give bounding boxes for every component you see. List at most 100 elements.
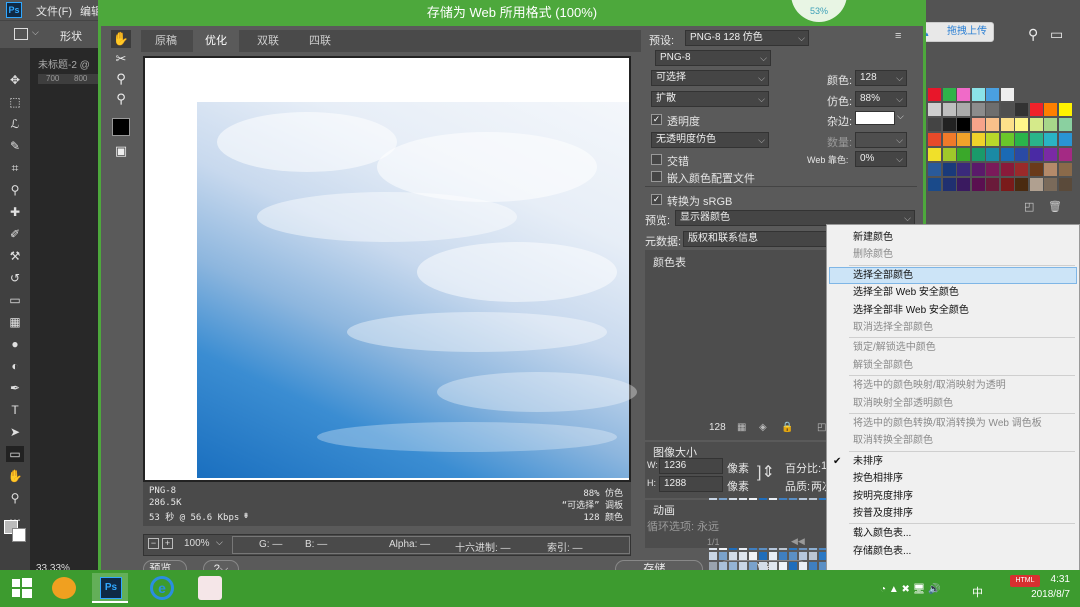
color-swatch[interactable] — [1029, 148, 1043, 161]
color-table-swatch[interactable] — [799, 562, 807, 570]
color-swatch[interactable] — [1015, 103, 1028, 116]
color-table-swatch[interactable] — [719, 562, 727, 570]
color-table-swatch[interactable] — [769, 552, 777, 560]
link-icon[interactable]: ]⇕ — [757, 462, 775, 482]
stamp-tool-icon[interactable]: ⚒ — [6, 248, 24, 264]
color-swatch[interactable] — [986, 133, 999, 146]
quick-select-tool-icon[interactable]: ✎ — [6, 138, 24, 154]
document-tab[interactable]: 未标题-2 @ — [38, 56, 90, 71]
toggle-slices-icon[interactable]: ▣ — [111, 142, 131, 160]
color-swatch[interactable] — [1058, 118, 1072, 131]
background-color-swatch[interactable] — [12, 528, 26, 542]
rectangle-tool-icon[interactable]: ▭ — [6, 446, 24, 462]
first-frame-icon[interactable]: ◀◀ — [791, 536, 805, 547]
dither-select[interactable]: 88% ⌵ — [855, 91, 907, 107]
color-swatch[interactable] — [1044, 163, 1057, 176]
history-brush-icon[interactable]: ↺ — [6, 270, 24, 286]
menu-file[interactable]: 文件(F) — [36, 3, 72, 19]
color-swatch[interactable] — [928, 163, 941, 176]
hand-tool-icon[interactable]: ✋ — [111, 30, 131, 48]
file-explorer-icon[interactable] — [46, 573, 82, 603]
color-swatch[interactable] — [957, 88, 970, 101]
color-table-swatch[interactable] — [809, 562, 817, 570]
color-table-swatch[interactable] — [789, 552, 797, 560]
convert-srgb-checkbox[interactable]: ✓ — [651, 194, 662, 205]
preset-select[interactable]: PNG-8 128 仿色 ⌵ — [685, 30, 809, 46]
color-table-swatch[interactable] — [709, 552, 717, 560]
workspace-icon[interactable]: ▭ — [1050, 26, 1063, 43]
context-menu-item[interactable]: 选择全部 Web 安全颜色 — [853, 284, 959, 301]
tray-icons[interactable]: ◔ ▲ ✖ 🖥 🔊 — [880, 584, 941, 595]
color-swatch[interactable] — [986, 103, 999, 116]
color-swatch[interactable] — [971, 163, 985, 176]
image-preview[interactable] — [143, 56, 637, 482]
color-swatch[interactable] — [928, 133, 941, 146]
transparency-dither-select[interactable]: 无透明度仿色 ⌵ — [651, 132, 769, 148]
color-swatch[interactable] — [928, 88, 941, 101]
trash-icon[interactable]: 🗑 — [1048, 200, 1062, 213]
optimize-menu-icon[interactable]: ≡ — [895, 30, 901, 42]
color-swatch[interactable] — [986, 163, 999, 176]
color-swatch[interactable] — [971, 133, 985, 146]
zoom-tool-icon[interactable]: ⚲ — [6, 490, 24, 506]
zoom-tool-icon[interactable]: ⚲ — [111, 70, 131, 88]
color-table-swatch[interactable] — [809, 552, 817, 560]
color-swatch[interactable] — [928, 178, 941, 191]
context-menu-item[interactable]: 按明亮度排序 — [853, 488, 913, 505]
color-swatch[interactable] — [942, 133, 956, 146]
eraser-tool-icon[interactable]: ▭ — [6, 292, 24, 308]
blur-tool-icon[interactable]: ● — [6, 336, 24, 352]
color-swatch[interactable] — [1029, 103, 1043, 116]
context-menu-item[interactable]: 按普及度排序 — [853, 505, 913, 522]
shape-mode-select[interactable]: 形状 — [60, 28, 82, 44]
tab-4up[interactable]: 四联 — [297, 30, 343, 52]
color-swatch[interactable] — [1000, 163, 1014, 176]
color-swatch[interactable] — [1029, 118, 1043, 131]
color-swatch[interactable] — [942, 103, 956, 116]
color-table-swatch[interactable] — [729, 562, 737, 570]
crop-tool-icon[interactable]: ⌗ — [6, 160, 24, 176]
palette-select[interactable]: 可选择 ⌵ — [651, 70, 769, 86]
color-swatch[interactable] — [1000, 178, 1014, 191]
eyedropper-tool-icon[interactable]: ⚲ — [6, 182, 24, 198]
color-swatch[interactable] — [986, 148, 999, 161]
color-table-swatch[interactable] — [709, 562, 717, 570]
download-menu-icon[interactable]: ⇟ — [243, 510, 249, 521]
color-swatch[interactable] — [1000, 88, 1014, 101]
chevron-down-icon[interactable]: ⌵ — [897, 111, 904, 122]
color-swatch[interactable] — [942, 88, 956, 101]
tab-optimized[interactable]: 优化 — [193, 30, 239, 52]
color-swatch[interactable] — [957, 178, 970, 191]
healing-tool-icon[interactable]: ✚ — [6, 204, 24, 220]
color-swatch[interactable] — [928, 118, 941, 131]
slice-select-icon[interactable]: ✂ — [111, 50, 131, 68]
color-swatch[interactable] — [986, 178, 999, 191]
color-swatch[interactable] — [971, 88, 985, 101]
zoom-level[interactable]: 100% — [184, 538, 210, 549]
color-swatch[interactable] — [942, 118, 956, 131]
format-select[interactable]: PNG-8 ⌵ — [655, 50, 771, 66]
brush-tool-icon[interactable]: ✐ — [6, 226, 24, 242]
tab-original[interactable]: 原稿 — [143, 30, 189, 52]
embed-profile-checkbox[interactable] — [651, 171, 662, 182]
color-swatch[interactable] — [957, 163, 970, 176]
color-table-swatch[interactable] — [739, 562, 747, 570]
type-tool-icon[interactable]: T — [6, 402, 24, 418]
ime-indicator[interactable]: 中 — [972, 584, 983, 600]
color-swatch[interactable] — [928, 103, 941, 116]
marquee-tool-icon[interactable]: ⬚ — [6, 94, 24, 110]
hand-tool-icon[interactable]: ✋ — [6, 468, 24, 484]
transparency-checkbox[interactable]: ✓ — [651, 114, 662, 125]
color-swatch[interactable] — [971, 103, 985, 116]
color-swatch[interactable] — [928, 148, 941, 161]
map-transparent-icon[interactable]: ▦ — [737, 422, 746, 433]
context-menu-item[interactable]: 选择全部颜色 — [853, 267, 913, 284]
color-swatch[interactable] — [1015, 133, 1028, 146]
context-menu-item[interactable]: 存储颜色表... — [853, 543, 911, 560]
color-swatch[interactable] — [957, 133, 970, 146]
color-swatch[interactable] — [971, 148, 985, 161]
color-swatch[interactable] — [942, 163, 956, 176]
color-swatch[interactable] — [1000, 103, 1014, 116]
rectangle-shape-icon[interactable] — [14, 28, 28, 40]
eyedropper-tool-icon[interactable]: ⚲ — [111, 90, 131, 108]
